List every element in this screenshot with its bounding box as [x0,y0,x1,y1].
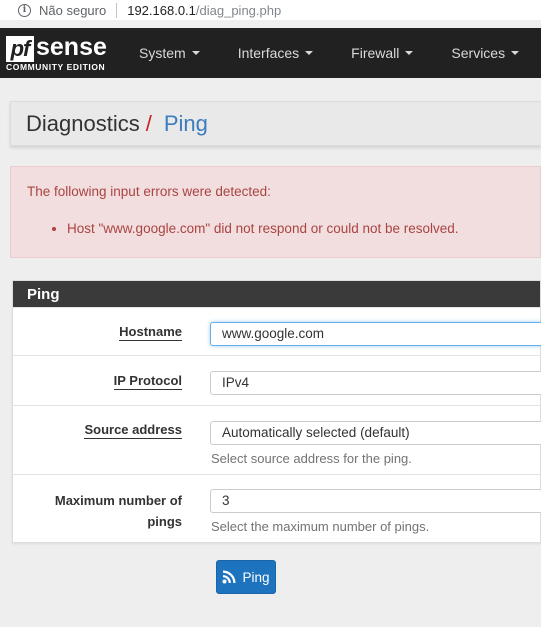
nav-menu-label: Services [451,45,506,61]
nav-menu-firewall[interactable]: Firewall [332,28,432,78]
nav-menu-label: Interfaces [237,45,300,61]
caret-down-icon [405,51,414,55]
source-address-help: Select source address for the ping. [211,451,412,466]
ping-panel: Ping Hostname www.google.com IP Protocol… [12,280,541,543]
url-host[interactable]: 192.168.0.1 [127,3,196,18]
panel-title: Ping [13,281,540,307]
max-pings-select[interactable]: 3 [210,489,541,513]
breadcrumb-page-link[interactable]: Ping [164,111,208,137]
breadcrumb-section: Diagnostics [26,110,140,136]
source-address-label[interactable]: Source address [84,422,182,439]
url-path[interactable]: /diag_ping.php [196,3,281,18]
source-address-select[interactable]: Automatically selected (default) [210,421,541,445]
caret-down-icon [305,51,314,55]
nav-menu-services[interactable]: Services [432,28,538,78]
pfsense-logo[interactable]: pf sense COMMUNITY EDITION [0,28,120,78]
ping-button[interactable]: Ping [216,560,276,594]
alert-heading: The following input errors were detected… [27,184,271,199]
nav-menu-label: System [139,45,186,61]
max-pings-label: Maximum number of pings [55,490,182,532]
max-pings-help: Select the maximum number of pings. [211,519,430,534]
hostname-label-text: Hostname [119,324,182,341]
browser-address-bar[interactable]: i Não seguro 192.168.0.1/diag_ping.php [0,0,541,20]
ip-protocol-row: IP Protocol IPv4 [13,355,541,405]
logo-edition: COMMUNITY EDITION [6,62,106,72]
ping-button-label: Ping [242,569,270,585]
security-label[interactable]: Não seguro [39,3,106,18]
max-pings-label-line2: pings [147,514,182,529]
source-address-label-text: Source address [84,422,182,439]
nav-menu-system[interactable]: System [120,28,219,78]
rss-icon [222,570,236,584]
breadcrumb-separator: / [145,110,152,136]
breadcrumb: Diagnostics / Ping [10,101,541,146]
error-list: Host "www.google.com" did not respond or… [27,221,540,236]
logo-wordmark: sense [36,33,107,61]
ip-protocol-label[interactable]: IP Protocol [113,373,182,390]
hostname-row: Hostname www.google.com [13,307,541,355]
max-pings-row: Maximum number of pings 3 Select the max… [13,474,541,543]
caret-down-icon [511,51,520,55]
main-navbar: pf sense COMMUNITY EDITION System Interf… [0,28,541,78]
hostname-label[interactable]: Hostname [119,324,182,341]
nav-menu-interfaces[interactable]: Interfaces [219,28,332,78]
hostname-input[interactable]: www.google.com [210,322,541,346]
caret-down-icon [191,51,200,55]
logo-pf-mark: pf [6,36,34,62]
input-error-alert: The following input errors were detected… [10,166,541,258]
nav-menu-label: Firewall [351,45,400,61]
info-icon[interactable]: i [18,3,31,17]
ip-protocol-label-text: IP Protocol [113,373,182,390]
max-pings-label-line1: Maximum number of [54,493,182,508]
error-item: Host "www.google.com" did not respond or… [67,221,540,236]
ip-protocol-select[interactable]: IPv4 [210,371,541,395]
source-address-row: Source address Automatically selected (d… [13,405,541,474]
address-separator [116,2,118,18]
